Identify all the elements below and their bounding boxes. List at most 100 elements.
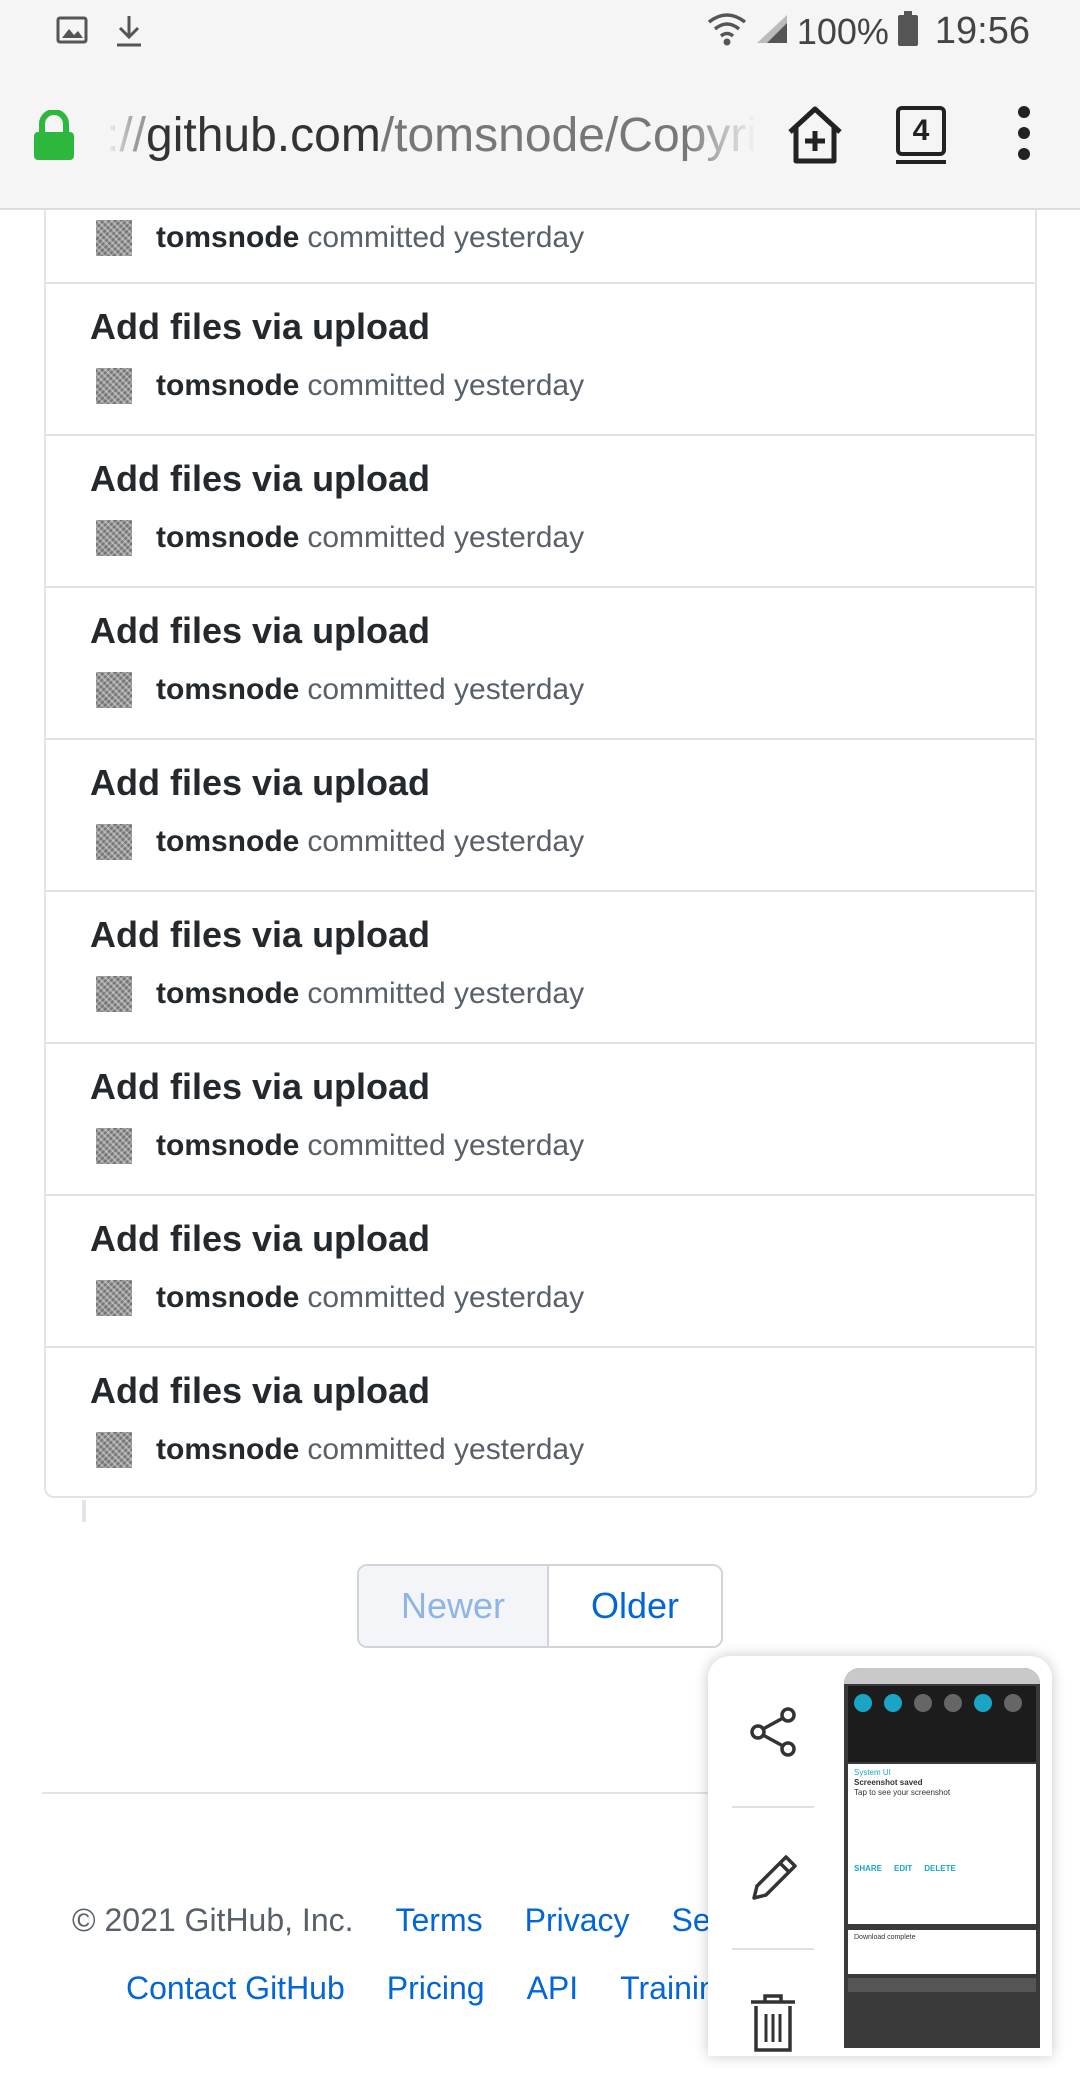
thumb-download-notification: Download complete bbox=[848, 1930, 1036, 1974]
edit-screenshot-button[interactable] bbox=[732, 1806, 814, 1946]
delete-screenshot-button[interactable] bbox=[732, 1948, 814, 2088]
delete-icon bbox=[751, 1994, 795, 2052]
commit-row: Add files via upload tomsnode committed y… bbox=[46, 1348, 1035, 1496]
avatar[interactable] bbox=[96, 672, 132, 708]
tab-switcher-button[interactable]: 4 bbox=[896, 106, 946, 164]
footer-row-1: © 2021 GitHub, Inc. Terms Privacy Sec bbox=[72, 1902, 727, 1939]
footer-link-api[interactable]: API bbox=[527, 1970, 579, 2007]
footer-link-pricing[interactable]: Pricing bbox=[387, 1970, 485, 2007]
footer-link-training[interactable]: Trainin bbox=[620, 1970, 717, 2007]
battery-icon bbox=[897, 11, 919, 52]
commit-time: committed yesterday bbox=[307, 221, 585, 254]
commit-author[interactable]: tomsnode bbox=[156, 825, 299, 859]
commit-row: Add files via upload tomsnode committed y… bbox=[46, 1196, 1035, 1348]
clock: 19:56 bbox=[934, 10, 1030, 52]
thumb-quick-settings bbox=[848, 1686, 1036, 1762]
add-to-home-button[interactable] bbox=[784, 104, 846, 171]
commit-author[interactable]: tomsnode bbox=[156, 521, 299, 555]
commit-title-link[interactable]: Add files via upload bbox=[90, 458, 430, 500]
menu-dot-icon bbox=[1018, 148, 1030, 160]
avatar[interactable] bbox=[96, 976, 132, 1012]
thumb-notif-app: System UI bbox=[854, 1768, 891, 1777]
thumb-toggle bbox=[944, 1694, 962, 1712]
commit-title-link[interactable]: Add files via upload bbox=[90, 306, 430, 348]
signal-icon bbox=[755, 13, 789, 50]
gallery-notification-icon bbox=[56, 14, 88, 53]
url-scheme: :// bbox=[106, 109, 147, 162]
commit-author[interactable]: tomsnode bbox=[156, 369, 299, 403]
commit-time: committed yesterday bbox=[307, 977, 585, 1010]
commit-title-link[interactable]: Add files via upload bbox=[90, 1066, 430, 1108]
menu-dot-icon bbox=[1018, 127, 1030, 139]
commit-author[interactable]: tomsnode bbox=[156, 1129, 299, 1163]
thumb-bottom-bar bbox=[848, 1978, 1036, 1992]
menu-dot-icon bbox=[1018, 106, 1030, 118]
commit-row: Add files via upload tomsnode committed y… bbox=[46, 740, 1035, 892]
commit-time: committed yesterday bbox=[307, 1281, 585, 1314]
commit-row: Add files via upload tomsnode committed y… bbox=[46, 588, 1035, 740]
avatar[interactable] bbox=[96, 1128, 132, 1164]
avatar[interactable] bbox=[96, 1280, 132, 1316]
commit-time: committed yesterday bbox=[307, 825, 585, 858]
thumb-notif-delete: DELETE bbox=[924, 1864, 956, 1873]
home-plus-icon bbox=[788, 106, 842, 164]
battery-percent: 100% bbox=[796, 10, 889, 52]
url-bar[interactable]: ://github.com/tomsnode/Copyri bbox=[106, 104, 756, 168]
newer-button: Newer bbox=[359, 1566, 549, 1646]
commit-row: Add files via upload tomsnode committed y… bbox=[46, 436, 1035, 588]
share-icon bbox=[750, 1707, 796, 1757]
thumb-notif-title: Screenshot saved bbox=[854, 1778, 923, 1787]
footer-link-contact[interactable]: Contact GitHub bbox=[126, 1970, 345, 2007]
pagination: Newer Older bbox=[357, 1564, 723, 1648]
avatar[interactable] bbox=[96, 220, 132, 256]
footer-link-terms[interactable]: Terms bbox=[396, 1902, 483, 1939]
screenshot-thumbnail[interactable]: System UI Screenshot saved Tap to see yo… bbox=[844, 1668, 1040, 2048]
commit-time: committed yesterday bbox=[307, 1129, 585, 1162]
copyright: © 2021 GitHub, Inc. bbox=[72, 1902, 354, 1938]
thumb-toggle bbox=[974, 1694, 992, 1712]
thumb-toggle bbox=[884, 1694, 902, 1712]
url-host: github.com bbox=[146, 109, 381, 162]
wifi-icon bbox=[707, 12, 747, 51]
commit-row: Add files via upload tomsnode committed y… bbox=[46, 1044, 1035, 1196]
thumb-download-line: Download complete bbox=[854, 1934, 916, 1941]
commit-author[interactable]: tomsnode bbox=[156, 673, 299, 707]
commit-title-link[interactable]: Add files via upload bbox=[90, 1218, 430, 1260]
commit-title-link[interactable]: Add files via upload bbox=[90, 610, 430, 652]
thumb-notif-body: Tap to see your screenshot bbox=[854, 1788, 951, 1797]
thumb-toggle bbox=[914, 1694, 932, 1712]
older-button[interactable]: Older bbox=[549, 1566, 721, 1646]
commit-time: committed yesterday bbox=[307, 521, 585, 554]
avatar[interactable] bbox=[96, 520, 132, 556]
commit-author[interactable]: tomsnode bbox=[156, 1281, 299, 1315]
avatar[interactable] bbox=[96, 824, 132, 860]
commit-author[interactable]: tomsnode bbox=[156, 221, 299, 255]
thumb-notification: System UI Screenshot saved Tap to see yo… bbox=[848, 1764, 1036, 1924]
commit-title-link[interactable]: Add files via upload bbox=[90, 762, 430, 804]
thumb-toggle bbox=[854, 1694, 872, 1712]
commit-time: committed yesterday bbox=[307, 673, 585, 706]
commit-title-link[interactable]: Add files via upload bbox=[90, 1370, 430, 1412]
lock-icon[interactable] bbox=[32, 109, 76, 167]
thumb-toggle bbox=[1004, 1694, 1022, 1712]
commit-author[interactable]: tomsnode bbox=[156, 1433, 299, 1467]
avatar[interactable] bbox=[96, 368, 132, 404]
thumb-notif-edit: EDIT bbox=[894, 1864, 913, 1873]
download-notification-icon bbox=[114, 14, 144, 53]
thumb-frame bbox=[844, 1668, 1040, 1684]
share-screenshot-button[interactable] bbox=[732, 1656, 814, 1794]
timeline-line bbox=[82, 1500, 86, 1522]
commit-list: tomsnode committed yesterday Add files v… bbox=[44, 210, 1037, 1498]
status-bar: 100% 19:56 bbox=[0, 0, 1080, 64]
overflow-menu-button[interactable] bbox=[1018, 106, 1032, 169]
commit-row-partial[interactable]: tomsnode committed yesterday bbox=[46, 210, 1035, 284]
screenshot-popup: System UI Screenshot saved Tap to see yo… bbox=[708, 1656, 1052, 2056]
footer-link-privacy[interactable]: Privacy bbox=[525, 1902, 630, 1939]
avatar[interactable] bbox=[96, 1432, 132, 1468]
thumb-notif-share: SHARE bbox=[854, 1864, 883, 1873]
commit-time: committed yesterday bbox=[307, 1433, 585, 1466]
footer-row-2: Contact GitHub Pricing API Trainin bbox=[126, 1970, 717, 2007]
commit-author[interactable]: tomsnode bbox=[156, 977, 299, 1011]
commit-title-link[interactable]: Add files via upload bbox=[90, 914, 430, 956]
edit-icon bbox=[752, 1855, 797, 1900]
